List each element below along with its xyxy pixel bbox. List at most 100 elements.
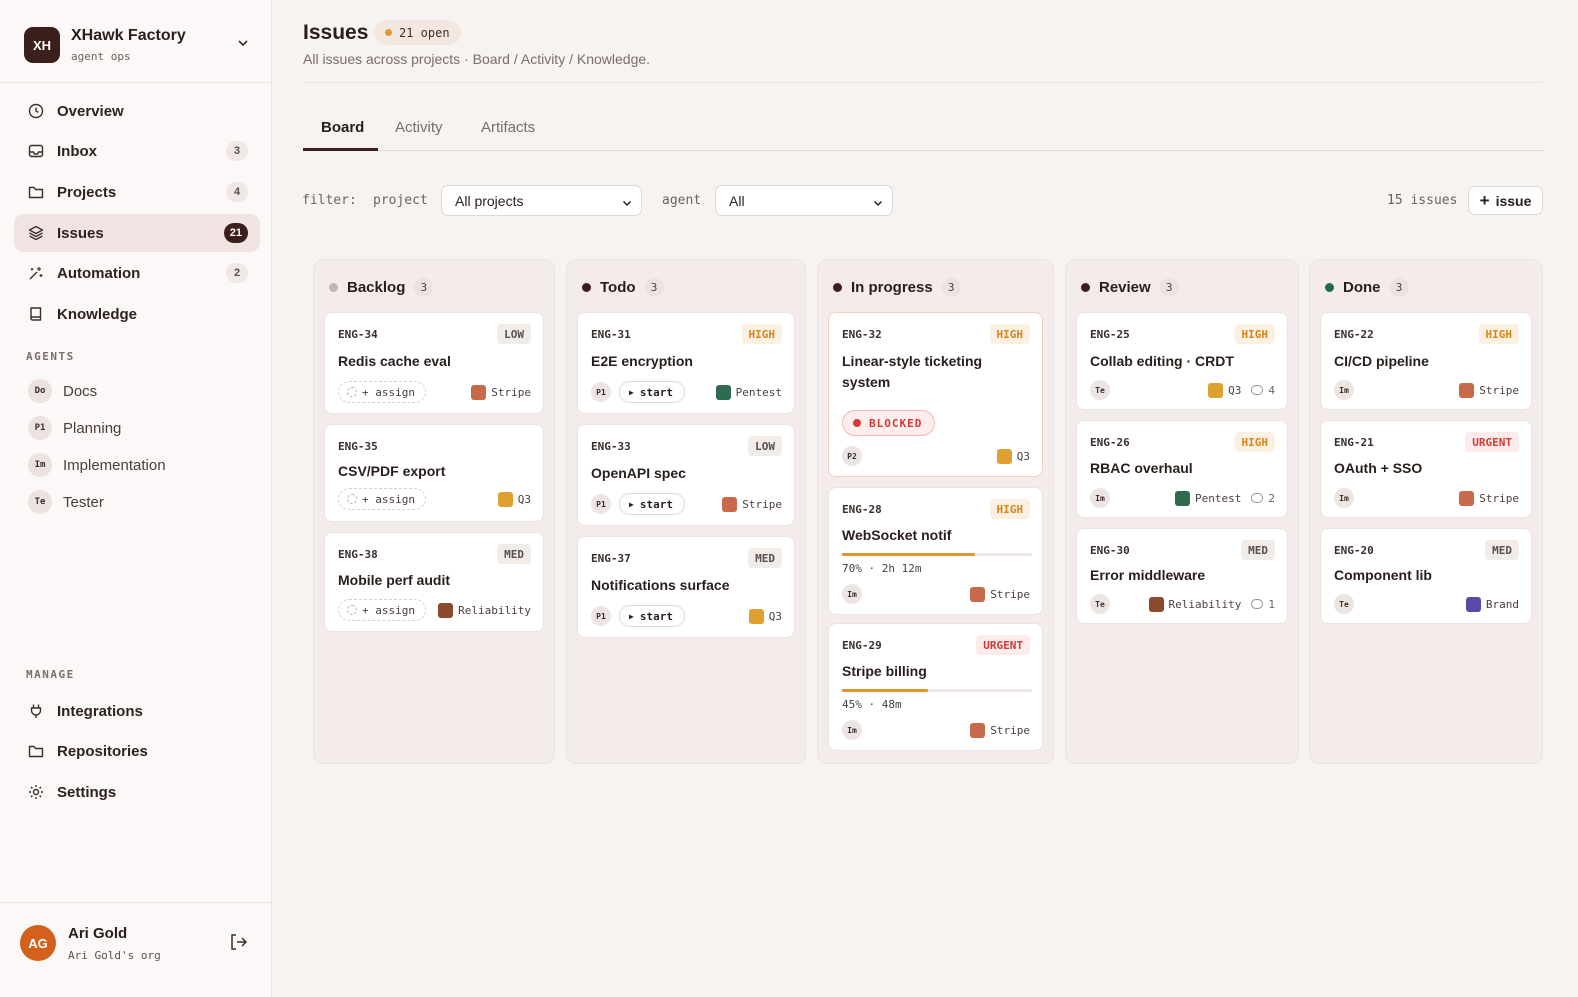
issue-title: Stripe billing: [842, 663, 927, 679]
nav-automation[interactable]: Automation 2: [14, 254, 260, 292]
project-tag: Pentest 2: [1175, 489, 1275, 507]
issue-card[interactable]: ENG-28 HIGH WebSocket notif 70% · 2h 12m…: [828, 487, 1043, 615]
issue-card[interactable]: ENG-33 LOW OpenAPI spec P1 ▶ start Stripe: [577, 424, 795, 526]
project-select[interactable]: All projects: [441, 185, 642, 216]
issue-title: Mobile perf audit: [338, 572, 450, 588]
start-button[interactable]: ▶ start: [619, 381, 685, 403]
q3-project-icon: [996, 448, 1012, 464]
issue-card[interactable]: ENG-38 MED Mobile perf audit + assign Re…: [324, 532, 544, 632]
comment-icon: [1251, 385, 1264, 395]
issue-card[interactable]: ENG-34 LOW Redis cache eval + assign Str…: [324, 312, 544, 414]
agent-avatar: Im: [1334, 380, 1354, 400]
start-button[interactable]: ▶ start: [619, 605, 685, 627]
agent-implementation[interactable]: Im Implementation: [28, 452, 166, 478]
agent-avatar: Te: [1090, 594, 1110, 614]
issue-card[interactable]: ENG-22 HIGH CI/CD pipeline Im Stripe: [1320, 312, 1532, 410]
user-profile[interactable]: AG Ari Gold Ari Gold's org: [20, 921, 252, 965]
agent-avatar: P1: [591, 494, 611, 514]
pentest-project-icon: [1175, 490, 1191, 506]
column-in-progress: In progress 3 ENG-32 HIGH Linear-style t…: [817, 259, 1054, 764]
stripe-project-icon: [1459, 490, 1475, 506]
nav-issues[interactable]: Issues 21: [14, 214, 260, 252]
chevron-down-icon[interactable]: [236, 36, 250, 53]
agent-planning[interactable]: P1 Planning: [28, 415, 121, 441]
column-header: Backlog 3: [329, 277, 434, 297]
issue-card[interactable]: ENG-21 URGENT OAuth + SSO Im Stripe: [1320, 420, 1532, 518]
stripe-project-icon: [970, 722, 986, 738]
project-tag: Stripe: [722, 495, 782, 513]
issue-card[interactable]: ENG-32 HIGH Linear-style ticketing syste…: [828, 312, 1043, 477]
agent-avatar: Do: [28, 379, 52, 403]
agent-select-value: All: [729, 192, 745, 209]
sparkle-icon: [27, 264, 45, 282]
progress-text: 70% · 2h 12m: [842, 562, 922, 575]
column-count: 3: [644, 277, 664, 297]
nav-overview[interactable]: Overview: [14, 92, 260, 130]
issue-card[interactable]: ENG-37 MED Notifications surface P1 ▶ sta…: [577, 536, 795, 638]
issue-id: ENG-26: [1090, 436, 1130, 449]
agent-avatar: Im: [842, 584, 862, 604]
assign-button[interactable]: + assign: [338, 599, 426, 621]
tab-artifacts[interactable]: Artifacts: [481, 119, 535, 136]
agent-label: Docs: [63, 382, 98, 400]
column-header: Done 3: [1325, 277, 1409, 297]
issue-id: ENG-31: [591, 328, 631, 341]
blocked-dot-icon: [853, 419, 861, 427]
reliability-project-icon: [1148, 596, 1164, 612]
nav-knowledge[interactable]: Knowledge: [14, 295, 260, 333]
nav-projects[interactable]: Projects 4: [14, 173, 260, 211]
workspace-subtitle: agent ops: [71, 50, 131, 63]
issue-title: Error middleware: [1090, 567, 1206, 583]
filter-label: filter:: [302, 193, 357, 208]
active-tab-indicator: [303, 148, 378, 151]
agent-select[interactable]: All: [715, 185, 893, 216]
agent-filter-label: agent: [662, 193, 702, 208]
issue-card[interactable]: ENG-20 MED Component lib Te Brand: [1320, 528, 1532, 624]
issue-card[interactable]: ENG-31 HIGH E2E encryption P1 ▶ start Pen…: [577, 312, 795, 414]
issue-id: ENG-25: [1090, 328, 1130, 341]
assign-button[interactable]: + assign: [338, 381, 426, 403]
issue-id: ENG-34: [338, 328, 378, 341]
comment-count-label: 1: [1268, 597, 1275, 611]
nav-label: Projects: [57, 183, 117, 201]
tab-board[interactable]: Board: [321, 119, 364, 136]
column-backlog: Backlog 3 ENG-34 LOW Redis cache eval + …: [313, 259, 555, 764]
project-label: Q3: [1016, 449, 1030, 463]
issue-card[interactable]: ENG-29 URGENT Stripe billing 45% · 48m I…: [828, 623, 1043, 751]
nav-settings[interactable]: Settings: [14, 773, 260, 811]
agent-tester[interactable]: Te Tester: [28, 489, 104, 515]
priority-badge: HIGH: [1234, 432, 1275, 452]
nav-label: Knowledge: [57, 305, 138, 323]
column-title: In progress: [851, 278, 933, 296]
workspace-switcher[interactable]: XH XHawk Factory agent ops: [24, 24, 254, 66]
logout-icon[interactable]: [228, 932, 248, 955]
column-done: Done 3 ENG-22 HIGH CI/CD pipeline Im Str…: [1309, 259, 1543, 764]
project-label: Stripe: [1479, 491, 1519, 505]
comment-count-label: 2: [1268, 491, 1275, 505]
add-issue-button[interactable]: + issue: [1468, 186, 1543, 215]
issue-card[interactable]: ENG-25 HIGH Collab editing · CRDT Te Q3 4: [1076, 312, 1288, 410]
workspace-logo: XH: [24, 27, 60, 63]
issue-id: ENG-37: [591, 552, 631, 565]
pentest-project-icon: [715, 384, 731, 400]
assign-button[interactable]: + assign: [338, 488, 426, 510]
nav-integrations[interactable]: Integrations: [14, 692, 260, 730]
nav-inbox[interactable]: Inbox 3: [14, 132, 260, 170]
divider: [303, 82, 1543, 83]
issue-title: OAuth + SSO: [1334, 460, 1423, 476]
column-header: Review 3: [1081, 277, 1179, 297]
issue-card[interactable]: ENG-35 CSV/PDF export + assign Q3: [324, 424, 544, 522]
page-subtitle: All issues across projects · Board / Act…: [303, 51, 651, 67]
progress-text: 45% · 48m: [842, 698, 902, 711]
issue-card[interactable]: ENG-30 MED Error middleware Te Reliabili…: [1076, 528, 1288, 624]
issue-card[interactable]: ENG-26 HIGH RBAC overhaul Im Pentest 2: [1076, 420, 1288, 518]
nav-repositories[interactable]: Repositories: [14, 732, 260, 770]
tab-activity[interactable]: Activity: [395, 119, 443, 136]
project-tag: Q3: [497, 490, 531, 508]
assign-label: + assign: [362, 385, 415, 399]
start-button[interactable]: ▶ start: [619, 493, 685, 515]
page-title: Issues: [303, 21, 369, 44]
agent-avatar: P1: [591, 382, 611, 402]
play-icon: ▶: [629, 499, 634, 509]
agent-docs[interactable]: Do Docs: [28, 378, 97, 404]
